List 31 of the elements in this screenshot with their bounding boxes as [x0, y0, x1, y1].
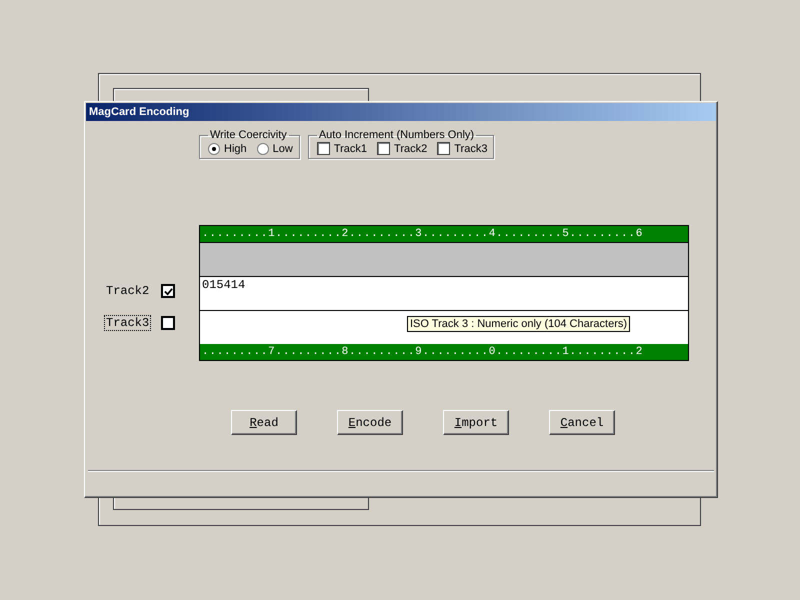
group-title: Write Coercivity [209, 129, 288, 141]
checkbox[interactable] [316, 142, 330, 155]
checkbox-label: Track3 [454, 142, 488, 154]
checkbox[interactable] [161, 284, 176, 298]
group-title: Auto Increment (Numbers Only) [318, 129, 476, 141]
checkbox-option[interactable]: Track3 [437, 142, 488, 155]
checkbox[interactable] [161, 316, 176, 330]
checkbox-option[interactable]: Track1 [316, 142, 368, 155]
radio-button[interactable] [256, 142, 269, 154]
track-value: 015414 [202, 278, 246, 292]
tooltip: ISO Track 3 : Numeric only (104 Characters) [407, 316, 630, 332]
track-label: Track3 [104, 315, 152, 331]
checkbox[interactable] [377, 142, 390, 155]
dialog-button[interactable]: Import [443, 410, 509, 435]
checkbox-label: Track2 [394, 142, 428, 154]
ruler-text: .........1.........2.........3.........4.........5.........6 [202, 228, 644, 240]
track-label: Track2 [105, 283, 150, 299]
checkbox-label: Track1 [334, 142, 368, 154]
track-field[interactable]: 015414 [200, 276, 688, 310]
dialog-button[interactable]: Encode [337, 410, 403, 435]
radio-label: Low [272, 142, 293, 154]
dialog-button[interactable]: Cancel [549, 410, 615, 435]
radio-option[interactable]: Low [256, 142, 293, 154]
checkbox-option[interactable]: Track2 [377, 142, 428, 155]
window-title: MagCard Encoding [89, 106, 190, 118]
checkbox[interactable] [437, 142, 450, 155]
ruler-text: .........7.........8.........9.........0.........1.........2 [202, 346, 644, 358]
dialog-button[interactable]: Read [231, 410, 297, 435]
radio-button[interactable] [208, 142, 220, 154]
radio-label: High [224, 142, 247, 154]
radio-option[interactable]: High [208, 142, 247, 154]
